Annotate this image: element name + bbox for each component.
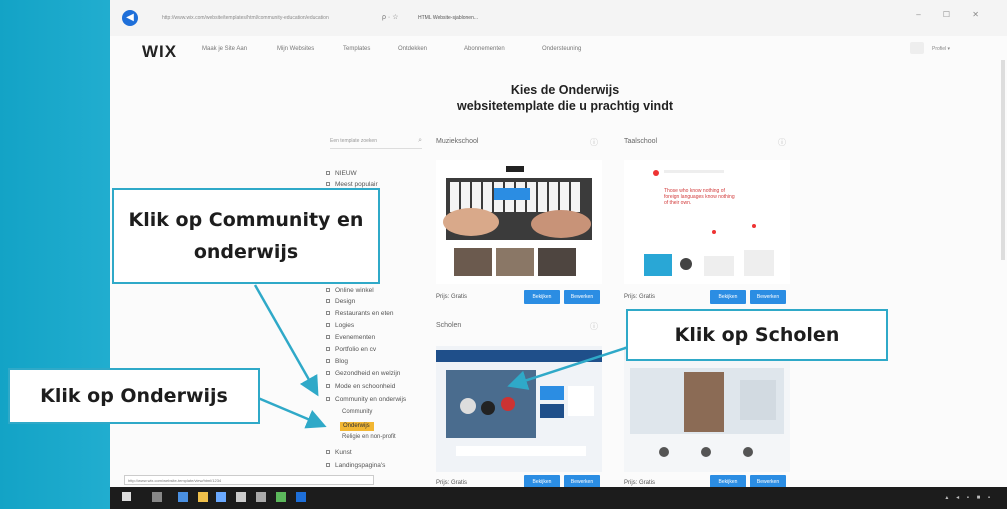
app-icon[interactable] bbox=[256, 492, 266, 502]
template-thumbnail[interactable] bbox=[436, 160, 602, 284]
user-menu[interactable]: Profiel ▾ bbox=[932, 46, 950, 52]
category-restaurants[interactable]: Restaurants en eten bbox=[326, 310, 394, 317]
category-popular[interactable]: Meest populair bbox=[326, 181, 378, 188]
system-tray[interactable]: ▴ ◂ ▪ ■ ▪ bbox=[945, 494, 993, 501]
category-events[interactable]: Evenementen bbox=[326, 334, 375, 341]
nav-templates[interactable]: Templates bbox=[343, 46, 370, 52]
schools-preview bbox=[436, 346, 602, 472]
wix-logo[interactable]: WIX bbox=[142, 42, 177, 62]
word-icon[interactable] bbox=[296, 492, 306, 502]
bullet-icon bbox=[326, 397, 330, 402]
folder-icon[interactable] bbox=[198, 492, 208, 502]
store-icon[interactable] bbox=[236, 492, 246, 502]
browser-icon[interactable] bbox=[276, 492, 286, 502]
back-arrow-icon[interactable]: ◀ bbox=[122, 10, 138, 26]
category-community-education[interactable]: Community en onderwijs bbox=[326, 396, 406, 403]
wix-navbar: WIX Maak je Site Aan Mijn Websites Templ… bbox=[110, 36, 1007, 62]
page-title-line2: websitetemplate die u prachtig vindt bbox=[456, 99, 673, 113]
card-price: Prijs: Gratis bbox=[436, 480, 468, 486]
screenshot-stage: ◀ http://www.wix.com/website/templates/h… bbox=[0, 0, 1007, 509]
category-portfolio[interactable]: Portfolio en cv bbox=[326, 346, 376, 353]
windows-taskbar: ▴ ◂ ▪ ■ ▪ bbox=[110, 487, 1007, 509]
card-price: Prijs: Gratis bbox=[624, 294, 656, 300]
search-icon[interactable]: ρ · ☆ bbox=[382, 13, 398, 21]
callout-community-onderwijs: Klik op Community en onderwijs bbox=[112, 188, 380, 284]
callout-scholen: Klik op Scholen bbox=[626, 309, 888, 361]
template-card-language-school[interactable]: Taalschool ⓘ Those who know nothing of f… bbox=[624, 138, 794, 308]
edge-icon[interactable] bbox=[178, 492, 188, 502]
category-landing-pages[interactable]: Landingspagina's bbox=[326, 462, 385, 469]
subcategory-religion[interactable]: Religie en non-profit bbox=[342, 434, 396, 440]
nav-plans[interactable]: Abonnementen bbox=[464, 46, 505, 52]
category-health[interactable]: Gezondheid en welzijn bbox=[326, 370, 400, 377]
category-art[interactable]: Kunst bbox=[326, 449, 352, 456]
start-icon[interactable] bbox=[122, 492, 131, 501]
category-new[interactable]: NIEUW bbox=[326, 170, 357, 177]
nav-create-site[interactable]: Maak je Site Aan bbox=[202, 46, 247, 52]
bullet-icon bbox=[326, 335, 330, 340]
view-button[interactable]: Bekijken bbox=[710, 290, 746, 304]
window-controls[interactable]: – ☐ ✕ bbox=[916, 10, 989, 19]
info-icon[interactable]: ⓘ bbox=[590, 321, 598, 332]
card-price: Prijs: Gratis bbox=[624, 480, 656, 486]
bullet-icon bbox=[326, 359, 330, 364]
category-fashion[interactable]: Mode en schoonheid bbox=[326, 383, 395, 390]
template-thumbnail[interactable]: Those who know nothing of foreign langua… bbox=[624, 160, 790, 284]
template-search-input[interactable]: Een template zoeken ⌕ bbox=[330, 137, 422, 149]
language-quote: Those who know nothing of foreign langua… bbox=[664, 188, 735, 206]
nav-support[interactable]: Ondersteuning bbox=[542, 46, 581, 52]
search-icon[interactable] bbox=[152, 492, 162, 502]
bullet-icon bbox=[326, 182, 330, 187]
search-placeholder: Een template zoeken bbox=[330, 138, 377, 144]
category-lodging[interactable]: Logies bbox=[326, 322, 354, 329]
url-field[interactable]: http://www.wix.com/website/templates/htm… bbox=[162, 15, 329, 21]
edit-button[interactable]: Bewerken bbox=[564, 290, 600, 304]
bullet-icon bbox=[326, 288, 330, 293]
card-title: Taalschool bbox=[624, 138, 658, 145]
address-bar: ◀ http://www.wix.com/website/templates/h… bbox=[110, 0, 1007, 36]
status-url: http://www.wix.com/website-template/view… bbox=[124, 475, 374, 485]
nav-discover[interactable]: Ontdekken bbox=[398, 46, 427, 52]
callout-onderwijs: Klik op Onderwijs bbox=[8, 368, 260, 424]
language-school-preview bbox=[624, 160, 790, 284]
scrollbar[interactable] bbox=[1001, 60, 1005, 260]
page-title: Kies de Onderwijs websitetemplate die u … bbox=[400, 82, 730, 114]
info-icon[interactable]: ⓘ bbox=[590, 137, 598, 148]
bullet-icon bbox=[326, 347, 330, 352]
bullet-icon bbox=[326, 299, 330, 304]
page-title-line1: Kies de Onderwijs bbox=[510, 83, 620, 97]
browser-tab[interactable]: HTML Website-sjablonen... bbox=[418, 15, 478, 21]
bullet-icon bbox=[326, 323, 330, 328]
template-thumbnail[interactable] bbox=[436, 346, 602, 472]
magnifier-icon[interactable]: ⌕ bbox=[418, 137, 422, 145]
mail-icon[interactable] bbox=[216, 492, 226, 502]
education-preview bbox=[624, 346, 790, 472]
category-blog[interactable]: Blog bbox=[326, 358, 348, 365]
bullet-icon bbox=[326, 450, 330, 455]
bullet-icon bbox=[326, 171, 330, 176]
bullet-icon bbox=[326, 311, 330, 316]
view-button[interactable]: Bekijken bbox=[524, 290, 560, 304]
bullet-icon bbox=[326, 463, 330, 468]
card-title: Scholen bbox=[436, 322, 462, 329]
nav-my-websites[interactable]: Mijn Websites bbox=[277, 46, 314, 52]
background-strip bbox=[0, 0, 118, 509]
edit-button[interactable]: Bewerken bbox=[750, 290, 786, 304]
template-card-music-school[interactable]: Muziekschool ⓘ Prijs: Gratis Bekijken Be… bbox=[436, 138, 606, 308]
info-icon[interactable]: ⓘ bbox=[778, 137, 786, 148]
bullet-icon bbox=[326, 384, 330, 389]
template-card-schools[interactable]: Scholen ⓘ Prijs: Gratis Bekijken Bewerke… bbox=[436, 321, 606, 489]
category-online-store[interactable]: Online winkel bbox=[326, 287, 374, 294]
card-title: Muziekschool bbox=[436, 138, 479, 145]
music-school-preview bbox=[443, 160, 592, 276]
subcategory-community[interactable]: Community bbox=[342, 409, 372, 415]
avatar[interactable] bbox=[910, 42, 924, 54]
template-thumbnail[interactable] bbox=[624, 346, 790, 472]
category-design[interactable]: Design bbox=[326, 298, 355, 305]
bullet-icon bbox=[326, 371, 330, 376]
subcategory-education-selected[interactable]: Onderwijs bbox=[340, 422, 374, 431]
card-price: Prijs: Gratis bbox=[436, 294, 468, 300]
